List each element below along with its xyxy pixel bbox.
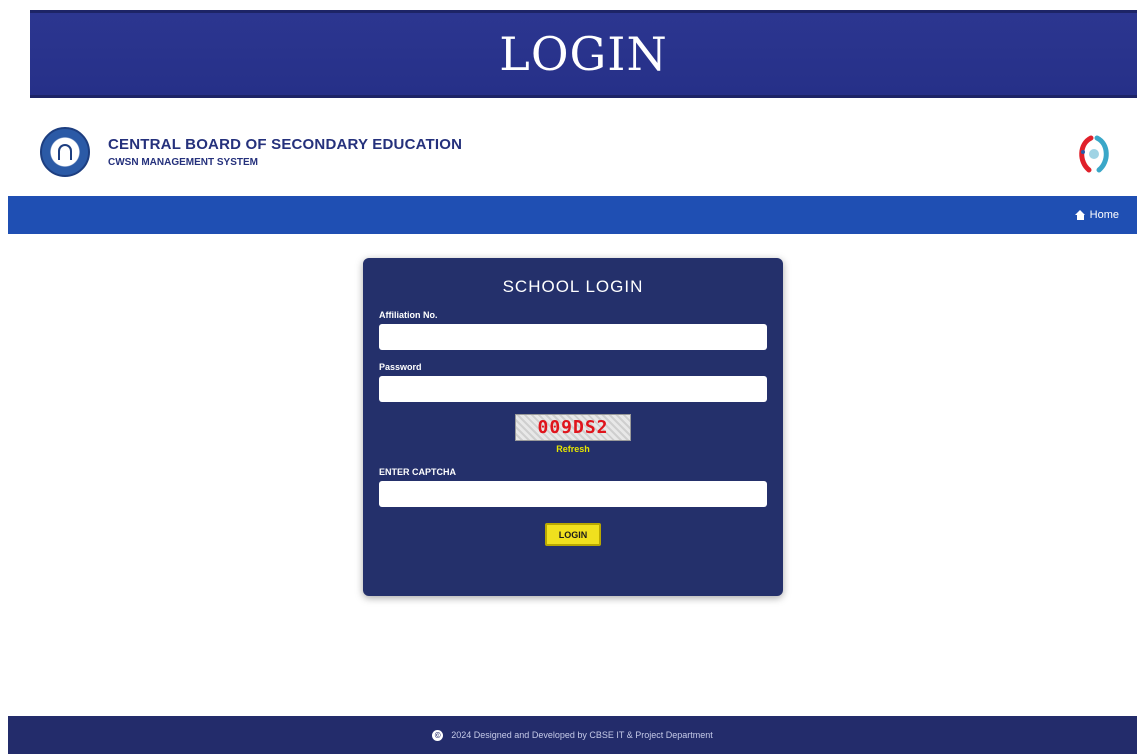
captcha-label: ENTER CAPTCHA bbox=[379, 467, 457, 477]
login-button[interactable]: LOGIN bbox=[545, 523, 601, 546]
nav-bar: Home bbox=[8, 196, 1137, 234]
login-card-title: SCHOOL LOGIN bbox=[502, 277, 644, 296]
captcha-block: 009DS2 Refresh bbox=[379, 414, 767, 454]
cbse-logo bbox=[40, 127, 90, 177]
home-icon bbox=[1074, 210, 1086, 220]
password-label: Password bbox=[379, 362, 422, 372]
brand-header: CENTRAL BOARD OF SECONDARY EDUCATION CWS… bbox=[30, 110, 1137, 194]
copyright-icon: © bbox=[432, 729, 444, 741]
footer: © 2024 Designed and Developed by CBSE IT… bbox=[8, 716, 1137, 754]
school-login-card: SCHOOL LOGIN Affiliation No. Password 00… bbox=[363, 258, 783, 596]
system-name: CWSN MANAGEMENT SYSTEM bbox=[108, 157, 258, 168]
nav-home-label: Home bbox=[1089, 209, 1119, 221]
captcha-image: 009DS2 bbox=[515, 414, 631, 441]
brand-text: CENTRAL BOARD OF SECONDARY EDUCATION CWS… bbox=[108, 136, 462, 168]
affiliation-label: Affiliation No. bbox=[379, 310, 438, 320]
org-name: CENTRAL BOARD OF SECONDARY EDUCATION bbox=[108, 136, 463, 153]
captcha-input[interactable] bbox=[379, 481, 767, 507]
password-input[interactable] bbox=[379, 376, 767, 402]
nav-home-link[interactable]: Home bbox=[1074, 209, 1119, 221]
page-title: LOGIN bbox=[499, 27, 668, 81]
cwsn-logo bbox=[1079, 135, 1109, 173]
captcha-refresh-link[interactable]: Refresh bbox=[379, 444, 767, 454]
top-banner: LOGIN bbox=[30, 10, 1137, 98]
footer-text: 2024 Designed and Developed by CBSE IT &… bbox=[451, 730, 713, 740]
affiliation-input[interactable] bbox=[379, 324, 767, 350]
